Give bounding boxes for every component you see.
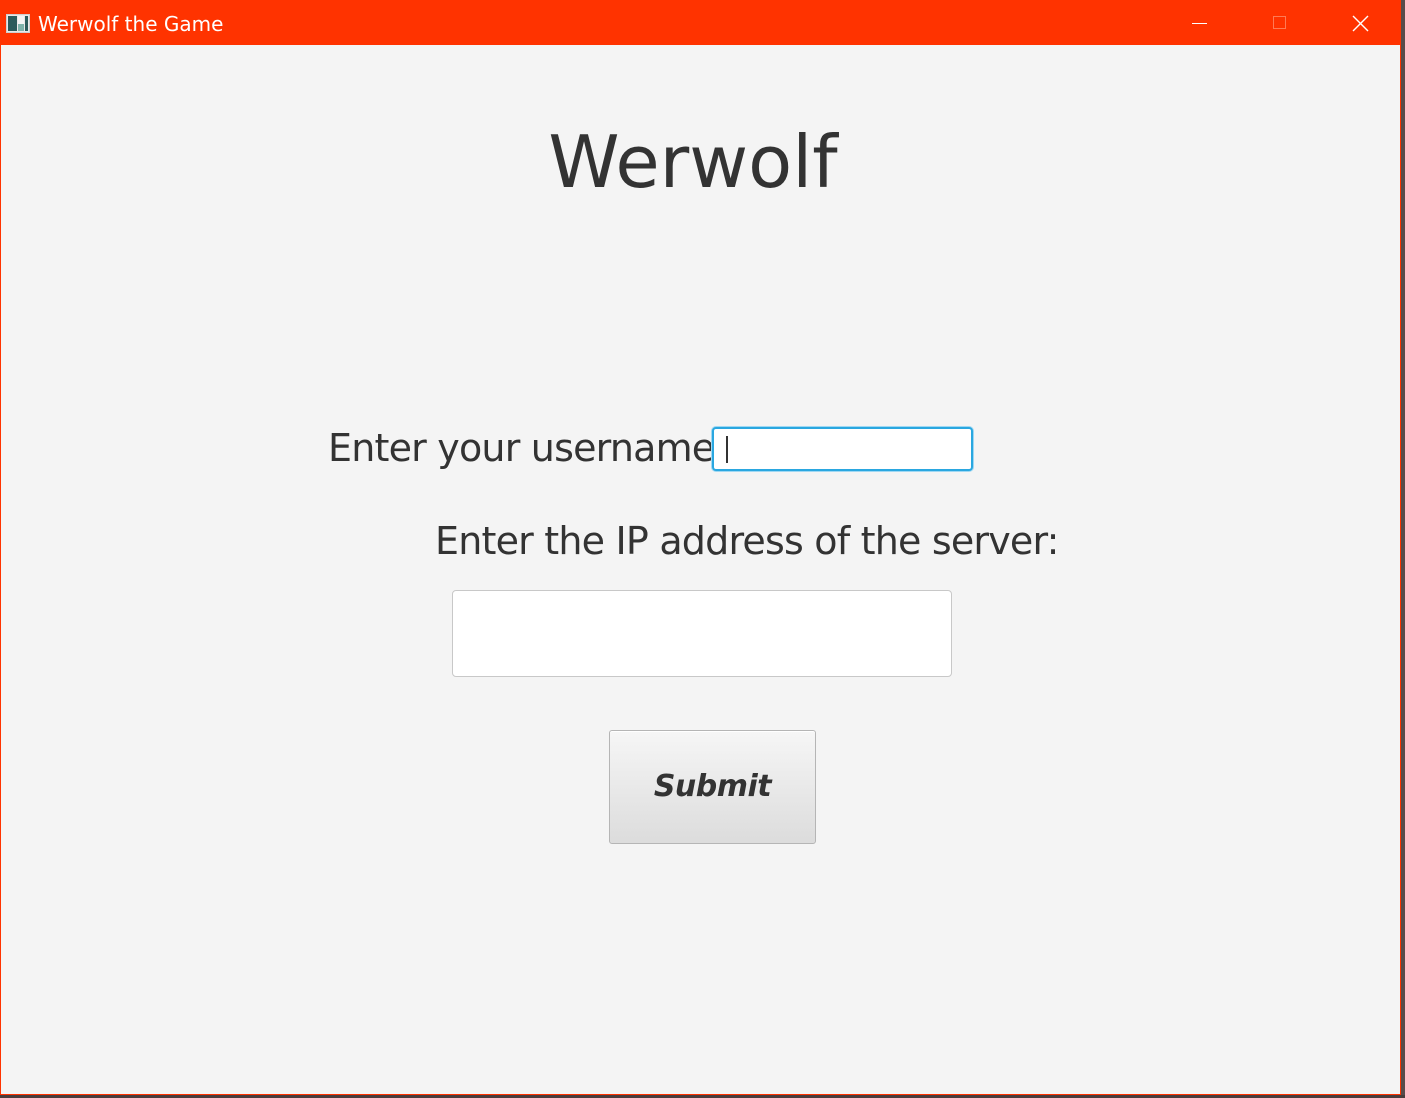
ip-address-input[interactable] [452, 590, 952, 677]
maximize-button[interactable] [1239, 1, 1319, 45]
title-bar[interactable]: Werwolf the Game [1, 1, 1400, 45]
app-window: Werwolf the Game Werwolf Enter your user… [0, 0, 1401, 1095]
maximize-icon [1273, 16, 1286, 29]
window-title: Werwolf the Game [38, 12, 224, 36]
close-icon [1352, 15, 1369, 32]
page-title: Werwolf [1, 119, 1400, 205]
submit-button[interactable]: Submit [609, 730, 816, 844]
username-input[interactable] [712, 427, 973, 471]
close-button[interactable] [1320, 1, 1400, 45]
username-label: Enter your username: [328, 426, 727, 470]
app-icon [6, 14, 30, 33]
text-caret [726, 436, 728, 463]
submit-button-label: Submit [653, 769, 772, 804]
minimize-icon [1192, 23, 1207, 24]
page-title-text: Werwolf [548, 120, 838, 204]
ip-address-label: Enter the IP address of the server: [435, 519, 1059, 563]
window-edge-right [1401, 0, 1405, 1098]
minimize-button[interactable] [1159, 1, 1239, 45]
